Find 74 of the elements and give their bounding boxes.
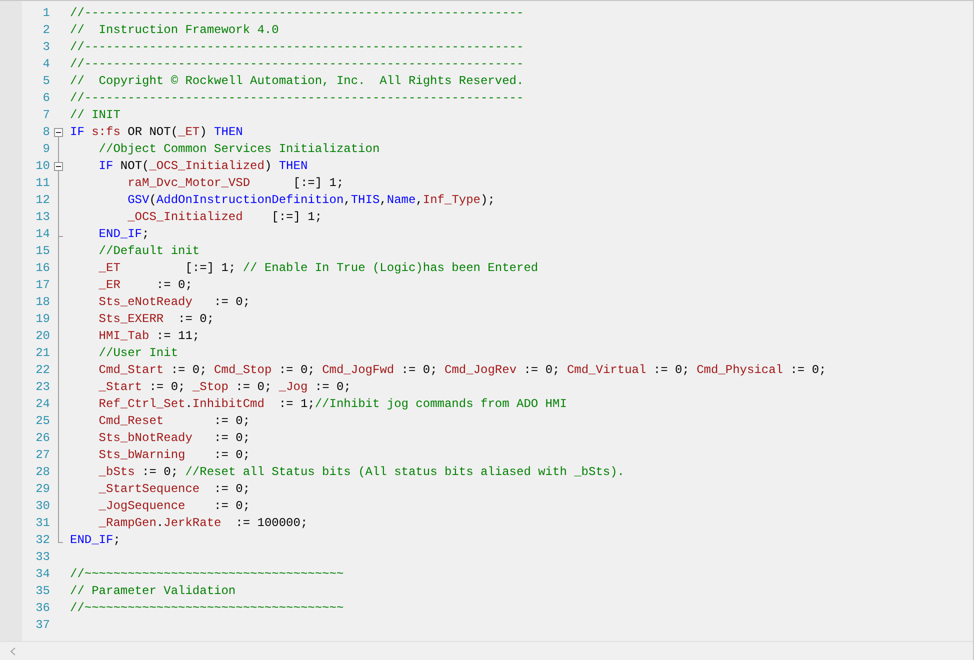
line-number: 34: [34, 566, 50, 583]
line-number: 37: [34, 617, 50, 634]
line-number: 10: [34, 158, 50, 175]
code-line: Sts_bNotReady := 0;: [98, 430, 250, 447]
line-number: 26: [34, 430, 50, 447]
line-number: 5: [42, 73, 50, 90]
code-line: //Object Common Services Initialization: [98, 141, 380, 158]
line-number: 29: [34, 481, 50, 498]
code-line: _RampGen.JerkRate := 100000;: [98, 515, 308, 532]
line-number: 15: [34, 243, 50, 260]
line-number: 24: [34, 396, 50, 413]
code-line: _bSts := 0; //Reset all Status bits (All status bits aliased with _bSts).: [98, 464, 625, 481]
code-line: // Parameter Validation: [70, 583, 236, 600]
line-number: 9: [42, 141, 50, 158]
line-number: 3: [42, 39, 50, 56]
line-number: 21: [34, 345, 50, 362]
line-number: 27: [34, 447, 50, 464]
line-number: 12: [34, 192, 50, 209]
line-number: 6: [42, 90, 50, 107]
line-number: 11: [34, 175, 50, 192]
code-line: _ER := 0;: [98, 277, 192, 294]
code-line: Sts_eNotReady := 0;: [98, 294, 250, 311]
line-number: 13: [34, 209, 50, 226]
code-line: //-------------------------------------------------------------: [70, 5, 524, 22]
code-line: //User Init: [98, 345, 178, 362]
code-line: _StartSequence := 0;: [98, 481, 250, 498]
line-number: 16: [34, 260, 50, 277]
collapse-icon[interactable]: [54, 128, 63, 137]
line-number: 19: [34, 311, 50, 328]
code-line: // Instruction Framework 4.0: [70, 22, 279, 39]
line-number: 30: [34, 498, 50, 515]
code-line: _ET [:=] 1; // Enable In True (Logic)has been Entered: [98, 260, 538, 277]
code-line: HMI_Tab := 11;: [98, 328, 200, 345]
code-line: END_IF;: [98, 226, 150, 243]
collapse-icon[interactable]: [54, 162, 63, 171]
line-number: 32: [34, 532, 50, 549]
code-line: //Default init: [98, 243, 200, 260]
line-number: 2: [42, 22, 50, 39]
code-line: IF s:fs OR NOT(_ET) THEN: [70, 124, 243, 141]
code-line: Ref_Ctrl_Set.InhibitCmd := 1;//Inhibit jog commands from ADO HMI: [98, 396, 567, 413]
line-number: 14: [34, 226, 50, 243]
line-number: 18: [34, 294, 50, 311]
code-line: END_IF;: [70, 532, 120, 549]
code-line: //-------------------------------------------------------------: [70, 90, 524, 107]
code-line: Sts_bWarning := 0;: [98, 447, 250, 464]
code-line: Cmd_Reset := 0;: [98, 413, 250, 430]
line-number: 23: [34, 379, 50, 396]
code-line: // INIT: [70, 107, 120, 124]
code-line: _Start := 0; _Stop := 0; _Jog := 0;: [98, 379, 351, 396]
line-number: 7: [42, 107, 50, 124]
line-number: 4: [42, 56, 50, 73]
line-number: 1: [42, 5, 50, 22]
code-line: IF NOT(_OCS_Initialized) THEN: [98, 158, 308, 175]
code-line: Cmd_Start := 0; Cmd_Stop := 0; Cmd_JogFwd := 0; Cmd_JogRev := 0; Cmd_Virtual := 0; Cmd_Physical := 0;: [98, 362, 826, 379]
line-number: 8: [42, 124, 50, 141]
line-number: 35: [34, 583, 50, 600]
code-line: GSV(AddOnInstructionDefinition,THIS,Name,Inf_Type);: [126, 192, 495, 209]
code-line: //-------------------------------------------------------------: [70, 39, 524, 56]
code-line: _OCS_Initialized [:=] 1;: [126, 209, 322, 226]
line-number: 20: [34, 328, 50, 345]
code-line: _JogSequence := 0;: [98, 498, 250, 515]
line-number: 36: [34, 600, 50, 617]
line-number: 31: [34, 515, 50, 532]
line-number: 25: [34, 413, 50, 430]
code-line: Sts_EXERR := 0;: [98, 311, 214, 328]
code-line: // Copyright © Rockwell Automation, Inc. All Rights Reserved.: [70, 73, 524, 90]
line-number: 28: [34, 464, 50, 481]
code-line: //~~~~~~~~~~~~~~~~~~~~~~~~~~~~~~~~~~~~: [70, 600, 344, 617]
code-line: raM_Dvc_Motor_VSD [:=] 1;: [126, 175, 344, 192]
line-number: 17: [34, 277, 50, 294]
code-line: //-------------------------------------------------------------: [70, 56, 524, 73]
line-number: 33: [34, 549, 50, 566]
line-number: 22: [34, 362, 50, 379]
code-line: //~~~~~~~~~~~~~~~~~~~~~~~~~~~~~~~~~~~~: [70, 566, 344, 583]
